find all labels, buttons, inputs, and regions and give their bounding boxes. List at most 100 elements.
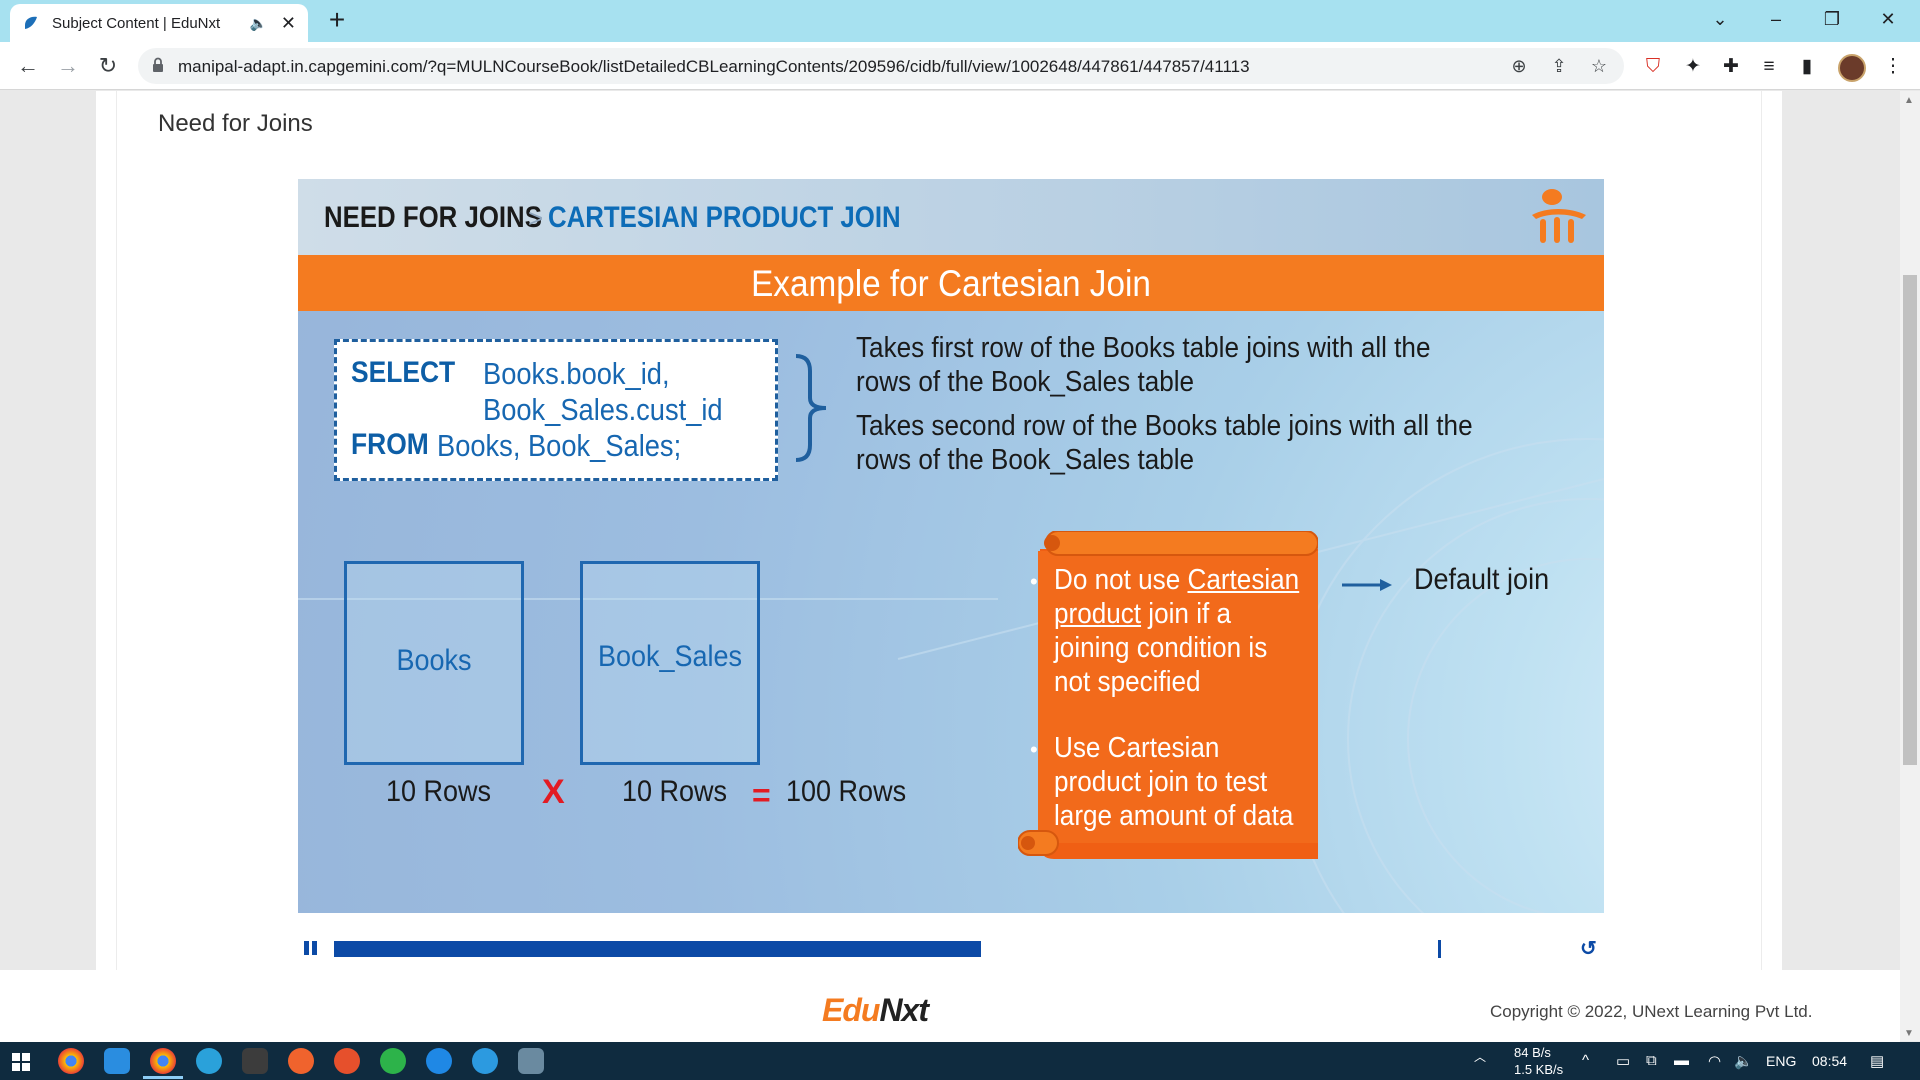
slide-breadcrumb-sub: CARTESIAN PRODUCT JOIN	[548, 201, 901, 234]
default-join-label: Default join	[1414, 563, 1550, 596]
menu-kebab-icon[interactable]: ⋮	[1880, 54, 1906, 80]
slide-breadcrumb-separator: >	[528, 203, 544, 233]
result-row-count: 100 Rows	[786, 775, 907, 808]
toolbar: ← → ↻ manipal-adapt.in.capgemini.com/?q=…	[0, 42, 1920, 90]
logo-part-2: Nxt	[879, 992, 929, 1028]
vpn-taskbar-icon[interactable]	[380, 1048, 406, 1074]
bookmark-star-icon[interactable]: ☆	[1588, 55, 1610, 77]
language-indicator[interactable]: ENG	[1766, 1053, 1796, 1069]
reload-button[interactable]: ↻	[92, 50, 124, 82]
explanation-line-4: rows of the Book_Sales table	[856, 444, 1195, 476]
page-scrollbar[interactable]: ▲ ▼	[1900, 91, 1920, 1041]
note-cartesian-link[interactable]: Cartesian	[1187, 564, 1299, 596]
slide-breadcrumb-main: NEED FOR JOINS	[324, 201, 542, 234]
windows-start-icon[interactable]	[12, 1053, 30, 1071]
zoom-icon[interactable]: ⊕	[1508, 55, 1530, 77]
tray-up-icon[interactable]: ︿	[1474, 1048, 1486, 1065]
scroll-down-icon[interactable]: ▼	[1904, 1028, 1914, 1039]
page-title: Need for Joins	[158, 110, 313, 137]
new-tab-button[interactable]: +	[322, 6, 352, 36]
pdf-taskbar-icon[interactable]	[334, 1048, 360, 1074]
scroll-up-icon[interactable]: ▲	[1904, 95, 1914, 106]
explanation-line-3: Takes second row of the Books table join…	[856, 410, 1473, 442]
telegram-taskbar-icon[interactable]	[196, 1048, 222, 1074]
url-text: manipal-adapt.in.capgemini.com/?q=MULNCo…	[178, 57, 1250, 76]
battery-icon[interactable]: ▬	[1674, 1052, 1689, 1069]
volume-icon[interactable]: 🔈	[1734, 1052, 1753, 1070]
minimize-button[interactable]: –	[1748, 0, 1804, 38]
edunxt-favicon-icon	[25, 16, 37, 29]
close-window-button[interactable]: ✕	[1860, 0, 1916, 38]
chrome-active-taskbar-icon[interactable]	[150, 1048, 176, 1074]
tab-close-button[interactable]: ✕	[281, 13, 296, 34]
vscode-taskbar-icon[interactable]	[104, 1048, 130, 1074]
lock-icon	[153, 57, 163, 72]
copyright-text: Copyright © 2022, UNext Learning Pvt Ltd…	[1490, 1002, 1813, 1021]
video-progress-bar[interactable]	[334, 941, 1438, 957]
active-app-indicator	[143, 1076, 183, 1079]
note-bullet-2-line-1: Use Cartesian	[1054, 732, 1220, 764]
tab-active[interactable]: Subject Content | EduNxt 🔈 ✕	[10, 4, 308, 42]
sql-code-box: SELECT Books.book_id, Book_Sales.cust_id…	[334, 339, 778, 481]
note-bullet-1-icon: •	[1030, 569, 1038, 594]
clock[interactable]: 08:54	[1812, 1053, 1847, 1069]
share-icon[interactable]: ⇪	[1548, 55, 1570, 77]
note-bullet-1-line-1: Do not use Cartesian	[1054, 563, 1299, 597]
edunxt-logo: EduNxt	[822, 992, 929, 1029]
sql-from-keyword: FROM	[351, 428, 429, 461]
equals-sign: =	[752, 777, 771, 813]
replay-icon[interactable]: ↺	[1580, 936, 1597, 961]
book-sales-table-name: Book_Sales	[597, 640, 743, 673]
note-product-link[interactable]: product	[1054, 598, 1141, 630]
extensions-puzzle-icon[interactable]: ✚	[1718, 54, 1744, 80]
note-bullet-2-line-3: large amount of data	[1054, 800, 1294, 832]
chrome-taskbar-icon[interactable]	[58, 1048, 84, 1074]
extension-icon[interactable]: ✦	[1680, 54, 1706, 80]
monitor-taskbar-icon[interactable]	[518, 1048, 544, 1074]
sql-tables: Books, Book_Sales;	[437, 428, 682, 463]
explanation-line-1: Takes first row of the Books table joins…	[856, 332, 1431, 364]
note-bullet-1-line-2: product join if a	[1054, 597, 1231, 631]
side-panel-icon[interactable]: ▮	[1794, 54, 1820, 80]
notifications-icon[interactable]: ▤	[1870, 1052, 1884, 1070]
pause-icon[interactable]	[302, 940, 320, 956]
app-taskbar-icon[interactable]	[288, 1048, 314, 1074]
back-button[interactable]: ←	[12, 50, 44, 82]
forward-button[interactable]: →	[52, 50, 84, 82]
windows-taskbar: ︿ 84 B/s 1.5 KB/s ^ ▭ ⧉ ▬ ◠ 🔈 ENG 08:54 …	[0, 1042, 1920, 1080]
progress-marker[interactable]	[1438, 940, 1441, 958]
curly-brace-icon	[795, 354, 827, 462]
tool-taskbar-icon[interactable]	[242, 1048, 268, 1074]
sql-column-1: Books.book_id,	[483, 356, 670, 391]
tablet-icon[interactable]: ▭	[1616, 1052, 1630, 1070]
pocket-extension-icon[interactable]: ⛉	[1640, 54, 1666, 80]
wifi-icon[interactable]: ◠	[1708, 1052, 1721, 1070]
note-bullet-1-line-4: not specified	[1054, 666, 1201, 698]
slide-banner-text: Example for Cartesian Join	[751, 263, 1151, 304]
tab-speaker-icon[interactable]: 🔈	[249, 15, 266, 32]
scrollbar-thumb[interactable]	[1903, 275, 1917, 765]
sql-column-2: Book_Sales.cust_id	[483, 392, 723, 427]
meet-icon[interactable]: ⧉	[1646, 1052, 1657, 1069]
net-up-speed: 1.5 KB/s	[1514, 1062, 1564, 1077]
book-sales-row-count: 10 Rows	[622, 775, 728, 808]
multiply-sign: X	[542, 773, 565, 811]
arrow-right-icon	[1342, 579, 1392, 591]
video-slide[interactable]: NEED FOR JOINS > CARTESIAN PRODUCT JOIN …	[298, 179, 1604, 913]
note-scroll: • Do not use Cartesian product join if a…	[1018, 531, 1318, 863]
show-hidden-icons[interactable]: ^	[1582, 1052, 1589, 1069]
books-row-count: 10 Rows	[386, 775, 492, 808]
browser-taskbar-icon[interactable]	[426, 1048, 452, 1074]
edge-taskbar-icon[interactable]	[472, 1048, 498, 1074]
note-bullet-2-line-2: product join to test	[1054, 766, 1268, 798]
tab-search-icon[interactable]: ⌄	[1692, 0, 1748, 38]
tab-title: Subject Content | EduNxt	[52, 14, 221, 32]
note-bullet-2-icon: •	[1030, 737, 1038, 762]
explanation-line-2: rows of the Book_Sales table	[856, 366, 1195, 398]
restore-button[interactable]: ❐	[1804, 0, 1860, 38]
slide-banner: Example for Cartesian Join	[298, 255, 1604, 311]
media-queue-icon[interactable]: ≡	[1756, 54, 1782, 80]
address-bar[interactable]: manipal-adapt.in.capgemini.com/?q=MULNCo…	[138, 48, 1624, 84]
profile-avatar[interactable]	[1838, 54, 1866, 82]
page-footer: EduNxt Copyright © 2022, UNext Learning …	[0, 970, 1900, 1042]
